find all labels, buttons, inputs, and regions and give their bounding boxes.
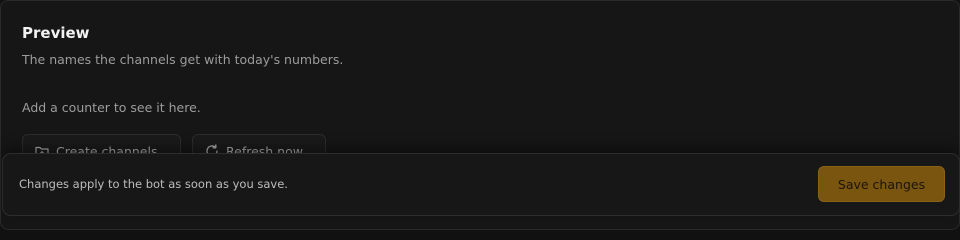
- preview-description: The names the channels get with today's …: [22, 52, 344, 67]
- save-changes-button[interactable]: Save changes: [818, 166, 945, 202]
- preview-title: Preview: [22, 24, 90, 42]
- save-hint-text: Changes apply to the bot as soon as you …: [19, 177, 288, 191]
- unsaved-changes-bar: Changes apply to the bot as soon as you …: [2, 153, 960, 216]
- preview-card: Preview The names the channels get with …: [0, 0, 960, 230]
- preview-empty-message: Add a counter to see it here.: [22, 100, 201, 115]
